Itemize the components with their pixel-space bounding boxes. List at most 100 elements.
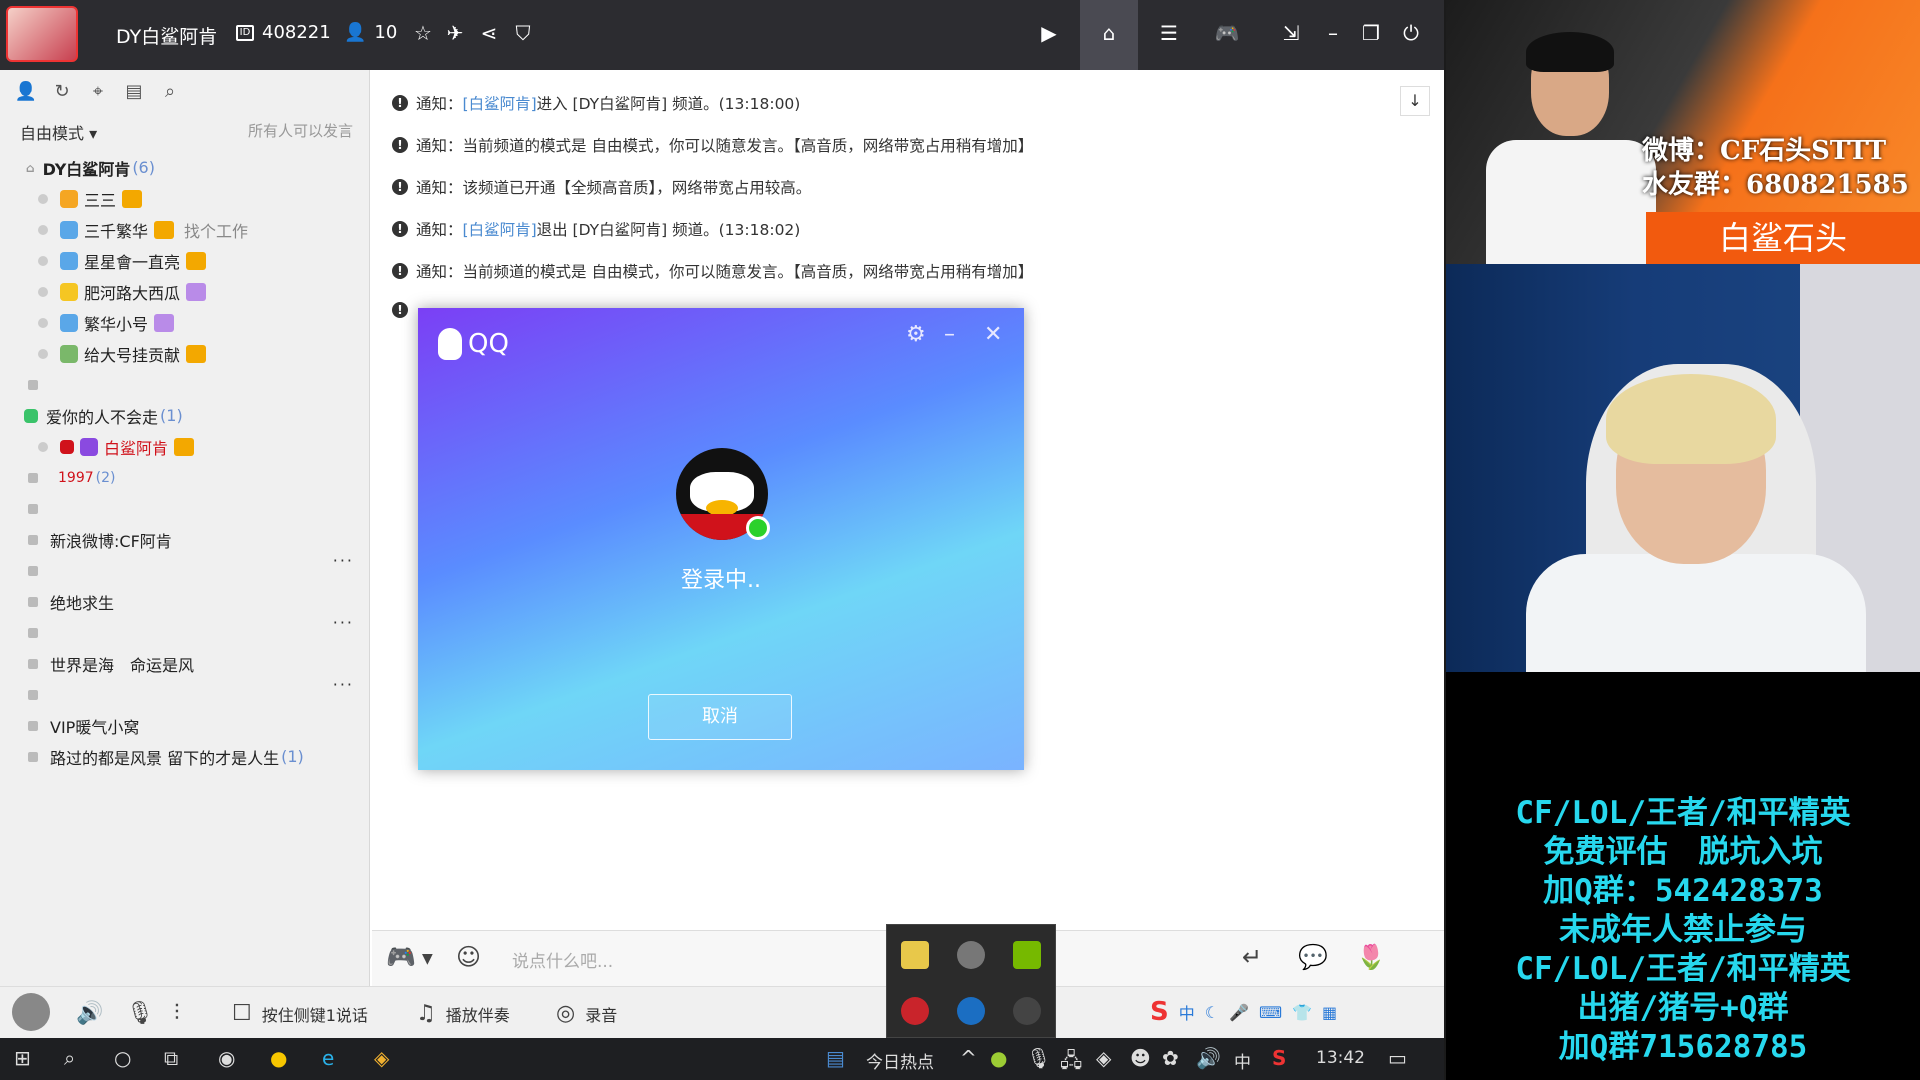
enter-icon[interactable]: ↵ [1242,943,1262,971]
refresh-icon[interactable]: ↻ [50,80,74,104]
share-icon[interactable]: ⋖ [476,20,502,46]
news-label[interactable]: 今日热点 [866,1048,934,1073]
scroll-down-icon[interactable]: ↓ [1400,86,1430,116]
member-row[interactable]: 三千繁华 找个工作 [0,214,370,245]
tray-flower-icon[interactable]: ✿ [1162,1046,1179,1070]
chevron-up-icon[interactable]: ^ [960,1046,977,1070]
sogou-icon[interactable]: S [1272,1046,1286,1070]
list-icon[interactable]: ☰ [1156,20,1182,46]
locked-channel[interactable] [0,493,370,524]
app-yellow-icon[interactable]: ● [270,1046,287,1070]
app-owl-icon[interactable]: ◈ [374,1046,389,1070]
news-icon[interactable]: ▤ [826,1046,845,1070]
record-button[interactable]: ◎ 录音 [556,1001,617,1026]
notice-icon: ! [392,263,408,279]
chevron-down-icon[interactable]: ▼ [422,951,433,967]
user-link[interactable]: [白鲨阿肯] [463,92,537,114]
home-button[interactable]: ⌂ [1080,0,1138,70]
member-row[interactable]: 肥河路大西瓜 [0,276,370,307]
edge-icon[interactable]: e [322,1046,334,1070]
member-row[interactable]: 星星會一直亮 [0,245,370,276]
minimize-icon[interactable]: – [1320,20,1346,46]
locked-channel[interactable]: ··· [0,613,370,648]
ime-indicator[interactable]: 中 [1234,1048,1251,1073]
download-icon[interactable]: ⇲ [1278,20,1304,46]
location-icon[interactable]: ⌖ [86,80,110,104]
member-row[interactable]: 给大号挂贡献 [0,338,370,369]
network-icon[interactable]: 🖧 [1060,1046,1082,1080]
task-view-icon[interactable]: ⧉ [164,1046,178,1070]
app-g-icon[interactable] [1013,997,1041,1025]
sub-channel[interactable]: 1997 (2) [0,462,370,493]
more-icon[interactable]: ··· [333,551,354,570]
member-row[interactable]: 繁华小号 [0,307,370,338]
windows-start-icon[interactable]: ⊞ [14,1046,31,1070]
self-avatar[interactable] [12,993,50,1031]
power-icon[interactable]: ⏻ [1398,20,1424,46]
status-dot [38,348,48,359]
promo-line: 加Q群：542428373 [1543,873,1823,909]
mic-icon[interactable]: 🎙 [126,1001,154,1026]
promo-text: CF/LOL/王者/和平精英 免费评估 脱坑入坑 加Q群：542428373 未… [1446,794,1920,1067]
cancel-button[interactable]: 取消 [648,694,792,740]
message-prefix: 通知： [416,137,463,155]
channel-group[interactable]: 爱你的人不会走 (1) [0,400,370,431]
settings-icon[interactable]: ⚙ [906,322,926,347]
search-icon[interactable]: ⌕ [64,1046,75,1070]
channel-item[interactable]: 路过的都是风景 留下的才是人生 (1) [0,741,370,772]
locked-channel[interactable]: ··· [0,551,370,586]
minimize-icon[interactable]: – [944,322,955,347]
mic-icon[interactable]: 🎙 [1026,1046,1051,1070]
steam-icon[interactable] [957,997,985,1025]
user-link[interactable]: [白鲨阿肯] [463,218,537,240]
restore-icon[interactable]: ❐ [1358,20,1384,46]
nvidia-icon[interactable] [1013,941,1041,969]
chat-bubble-icon[interactable]: 💬 [1298,943,1328,971]
tray-person-icon[interactable]: ☻ [1130,1046,1151,1070]
locked-channel[interactable] [0,369,370,400]
video-icon[interactable]: ▶ [1036,20,1062,46]
close-icon[interactable]: ✕ [984,322,1002,347]
flower-icon[interactable]: 🌷 [1356,943,1386,971]
clock[interactable]: 13:42 [1316,1048,1365,1068]
ptt-toggle[interactable]: ☐ 按住侧键1说话 [232,1001,368,1026]
yy-channel-window: DY白鲨阿肯 ID 408221 👤 10 ☆ ✈ ⋖ ⛉ ▶ ⌂ ☰ 🎮 ⇲ … [0,0,1444,1038]
obs-icon[interactable]: ◉ [218,1046,235,1070]
security-shield-icon[interactable] [901,941,929,969]
weibo-text: 微博：CF石头STTT [1642,136,1887,166]
channel-avatar[interactable] [6,6,78,62]
speaker-icon[interactable]: 🔊 [76,1001,103,1026]
channel-root[interactable]: ⌂ DY白鲨阿肯 (6) [0,152,370,183]
emoji-icon[interactable]: ☺ [456,943,481,971]
notification-icon[interactable]: ▭ [1388,1046,1407,1070]
chat-input[interactable]: 说点什么吧... [512,947,613,972]
cortana-icon[interactable]: ○ [114,1046,131,1070]
more-icon[interactable]: ··· [333,613,354,632]
member-row[interactable]: 白鲨阿肯 [0,431,370,462]
plane-icon[interactable]: ✈ [442,20,468,46]
star-icon[interactable]: ☆ [410,20,436,46]
mixer-icon[interactable]: ⫶ [174,1001,180,1026]
note-icon[interactable]: ▤ [122,80,146,104]
tray-app-icon[interactable]: ● [990,1046,1007,1070]
game-icon[interactable]: 🎮 [386,943,416,971]
shield-icon[interactable]: ⛉ [510,20,536,46]
app-red-icon[interactable] [901,997,929,1025]
cloud-icon[interactable] [957,941,985,969]
person-icon[interactable]: 👤 [14,80,38,104]
gamepad-icon[interactable]: 🎮 [1214,20,1240,46]
member-row[interactable]: 三三 [0,183,370,214]
music-button[interactable]: ♫ 播放伴奏 [416,1001,510,1026]
sogou-ime-bar[interactable]: S 中 ☾ 🎤 ⌨ 👕 ▦ [1150,997,1337,1027]
status-dot [38,224,48,235]
mode-selector[interactable]: 自由模式 ▾ [20,120,97,144]
locked-channel[interactable]: ··· [0,675,370,710]
more-icon[interactable]: ··· [333,675,354,694]
search-icon[interactable]: ⌕ [158,80,182,104]
channel-item[interactable]: 新浪微博:CF阿肯 [0,524,370,555]
channel-item[interactable]: 世界是海 命运是风 [0,648,370,679]
volume-icon[interactable]: 🔊 [1196,1046,1221,1070]
tray-owl-icon[interactable]: ◈ [1096,1046,1111,1070]
channel-item[interactable]: VIP暖气小窝 [0,710,370,741]
channel-item[interactable]: 绝地求生 [0,586,370,617]
